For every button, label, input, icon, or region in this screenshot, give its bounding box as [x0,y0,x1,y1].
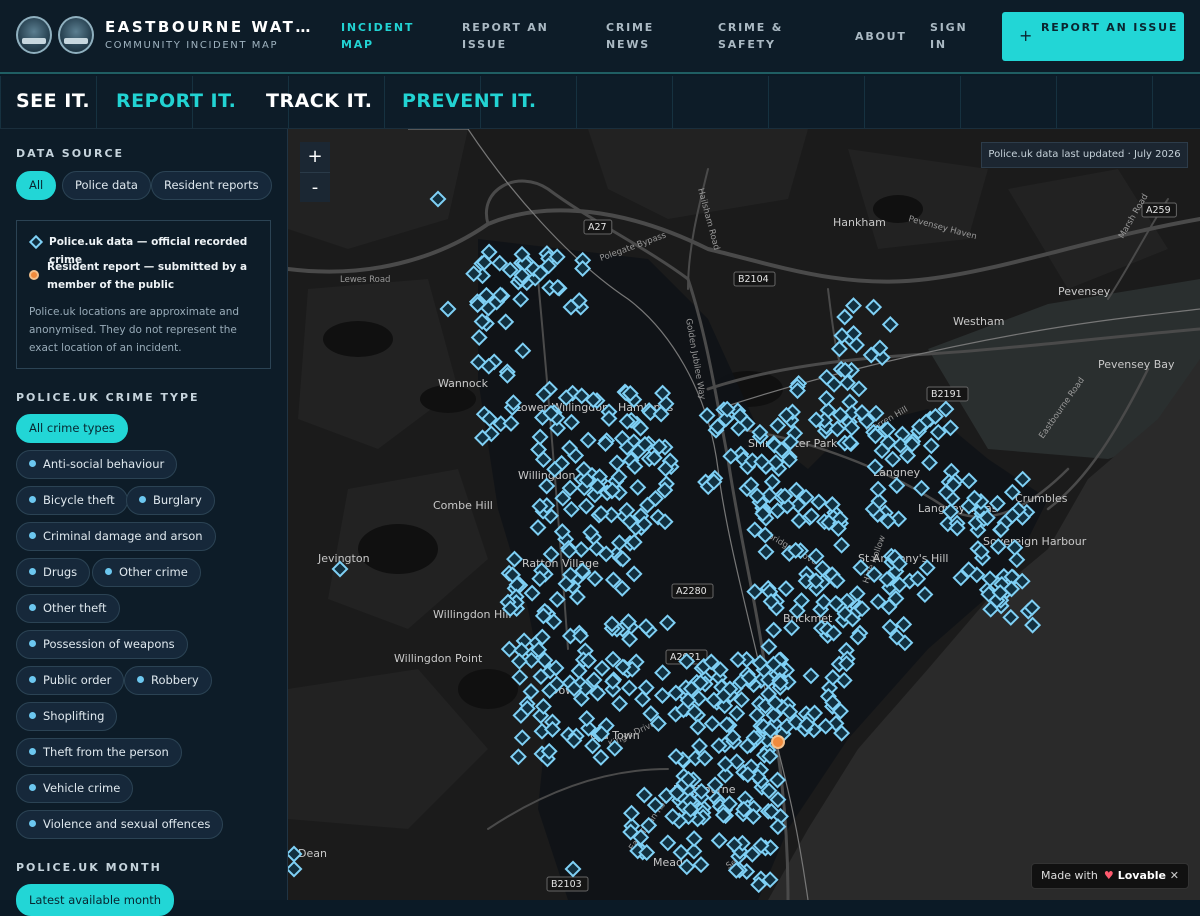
crime-type-anti-social-behaviour[interactable]: Anti-social behaviour [16,450,178,479]
dot-icon [29,460,36,467]
place-label: Crumbles [1015,492,1068,505]
crime-type-other-theft[interactable]: Other theft [16,594,120,623]
close-icon[interactable]: ✕ [1170,864,1179,888]
site-title[interactable]: EASTBOURNE WAT… [105,18,313,36]
crime-type-drugs[interactable]: Drugs [16,558,91,587]
place-label: Pevensey Bay [1098,358,1175,371]
svg-text:B2104: B2104 [738,274,769,285]
dot-icon [29,568,36,575]
nav-incident-map[interactable]: INCIDENT MAP [341,19,421,53]
report-an-issue-button[interactable]: + REPORT AN ISSUE [1002,12,1184,61]
crime-type-possession-of-weapons[interactable]: Possession of weapons [16,630,188,659]
report-an-issue-label: REPORT AN ISSUE [1041,21,1179,34]
legend-note: Police.uk locations are approximate and … [29,306,240,354]
svg-text:A259: A259 [1146,205,1171,216]
dot-icon [29,748,36,755]
police-diamond-icon [28,234,44,250]
place-label: Jevington [317,552,370,565]
crime-type-shoplifting[interactable]: Shoplifting [16,702,118,731]
crime-type-robbery[interactable]: Robbery [124,666,212,695]
data-source-resident[interactable]: Resident reports [151,171,272,200]
svg-text:B2103: B2103 [551,879,582,890]
crime-type-heading: POLICE.UK CRIME TYPE [16,391,200,404]
top-navigation-bar: EASTBOURNE WAT… COMMUNITY INCIDENT MAP I… [0,0,1200,74]
svg-text:A2280: A2280 [676,586,707,597]
data-updated-badge: Police.uk data last updated · July 2026 [981,142,1188,168]
dot-icon [29,820,36,827]
crime-type-vehicle-crime[interactable]: Vehicle crime [16,774,134,803]
nav-about[interactable]: ABOUT [855,28,907,45]
plus-icon: + [1019,26,1035,45]
place-label: Dean [298,847,327,860]
crime-type-violence[interactable]: Violence and sexual offences [16,810,224,839]
place-label: Willingdon Hill [433,608,511,621]
road-shield: B2104 [733,271,776,287]
data-source-all[interactable]: All [16,171,57,200]
dot-icon [29,676,36,683]
svg-text:A27: A27 [588,222,607,233]
month-heading: POLICE.UK MONTH [16,861,162,874]
place-label: Pevensey [1058,285,1111,298]
filter-sidebar: DATA SOURCE All Police data Resident rep… [0,129,288,916]
brand-logos[interactable] [16,16,94,54]
lovable-heart-icon: ♥ [1103,869,1114,882]
street-label: Lewes Road [340,275,390,285]
nav-crime-news[interactable]: CRIME NEWS [606,19,666,53]
place-label: Willingdon Point [394,652,483,665]
tagline-see-it: SEE IT. [16,90,91,112]
dot-icon [139,496,146,503]
made-with-lovable-badge[interactable]: Made with ♥ Lovable ✕ [1031,863,1189,889]
crime-type-bicycle-theft[interactable]: Bicycle theft [16,486,128,515]
nav-crime-and-safety[interactable]: CRIME & SAFETY [718,19,798,53]
made-with-text: Made with [1041,869,1098,882]
site-subtitle: COMMUNITY INCIDENT MAP [105,40,279,51]
logo-pier-icon [16,16,52,54]
place-label: Westham [953,315,1004,328]
map-canvas[interactable]: HankhamPevenseyWesthamPevensey BayHamlan… [288,129,1200,900]
dot-icon [29,712,36,719]
road-shield: A27 [583,219,613,235]
incident-map[interactable]: HankhamPevenseyWesthamPevensey BayHamlan… [288,129,1200,900]
tagline-track-it: TRACK IT. [266,90,373,112]
crime-type-burglary[interactable]: Burglary [126,486,215,515]
road-shield: B2191 [926,386,969,402]
dot-icon [105,568,112,575]
tagline-prevent-it: PREVENT IT. [402,90,537,112]
place-label: Hankham [833,216,886,229]
crime-type-criminal-damage[interactable]: Criminal damage and arson [16,522,216,551]
place-label: Combe Hill [433,499,493,512]
resident-dot-icon [29,270,39,280]
road-shield: A259 [1141,202,1177,218]
month-latest[interactable]: Latest available month [16,884,175,916]
zoom-in-button[interactable]: + [300,142,330,172]
crime-type-other-crime[interactable]: Other crime [92,558,201,587]
road-shield: B2103 [546,876,589,892]
logo-pier-icon-2 [58,16,94,54]
data-source-police[interactable]: Police data [62,171,151,200]
tagline-band: SEE IT. REPORT IT. TRACK IT. PREVENT IT. [0,76,1200,129]
dot-icon [137,676,144,683]
dot-icon [29,640,36,647]
dot-icon [29,496,36,503]
dot-icon [29,532,36,539]
tagline-report-it: REPORT IT. [116,90,237,112]
resident-report-marker[interactable] [771,735,785,749]
nav-sign-in[interactable]: SIGN IN [930,19,980,53]
crime-type-public-order[interactable]: Public order [16,666,125,695]
place-label: Wannock [438,377,489,390]
zoom-out-button[interactable]: - [300,172,330,202]
data-source-heading: DATA SOURCE [16,147,125,160]
road-shield: A2280 [671,583,714,599]
dot-icon [29,784,36,791]
dot-icon [29,604,36,611]
map-legend: Police.uk data — official recorded crime… [16,220,271,369]
lovable-brand: Lovable [1117,869,1166,882]
crime-type-theft-from-person[interactable]: Theft from the person [16,738,182,767]
nav-report-an-issue[interactable]: REPORT AN ISSUE [462,19,562,53]
svg-text:B2191: B2191 [931,389,962,400]
crime-type-all[interactable]: All crime types [16,414,128,443]
legend-resident-label: Resident report — submitted by a member … [47,261,248,291]
